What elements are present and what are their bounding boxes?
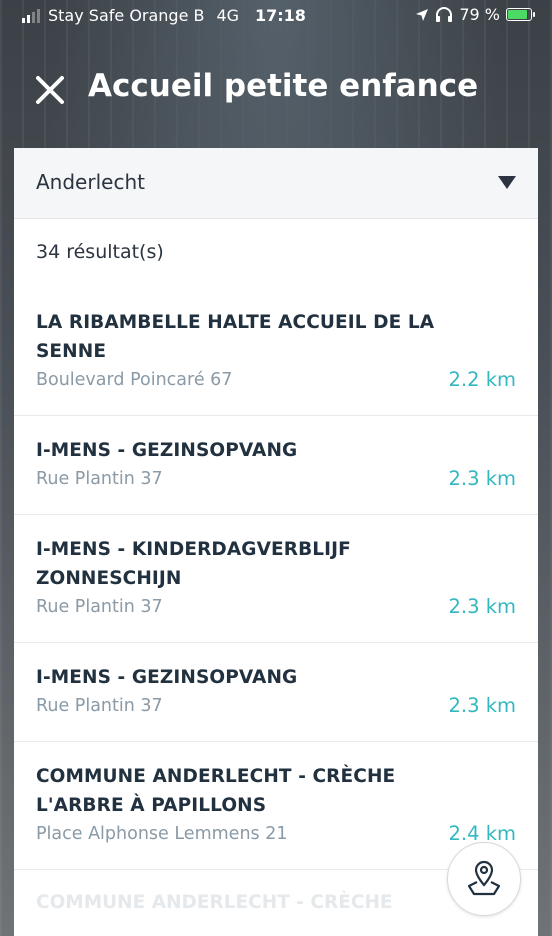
item-address: Rue Plantin 37 bbox=[36, 469, 163, 489]
commune-select[interactable]: Anderlecht bbox=[14, 148, 538, 219]
item-distance: 2.2 km bbox=[448, 368, 517, 391]
list-item[interactable]: I-MENS - GEZINSOPVANG Rue Plantin 37 2.3… bbox=[14, 416, 538, 515]
signal-icon bbox=[22, 8, 40, 23]
status-bar: Stay Safe Orange B 4G 17:18 79 % bbox=[0, 0, 552, 32]
item-title: I-MENS - KINDERDAGVERBLIJF ZONNESCHIJN bbox=[36, 535, 478, 593]
item-title: LA RIBAMBELLE HALTE ACCUEIL DE LA SENNE bbox=[36, 308, 478, 366]
item-title: I-MENS - GEZINSOPVANG bbox=[36, 663, 478, 692]
item-title-line: ZONNESCHIJN bbox=[36, 568, 182, 589]
network-type: 4G bbox=[216, 6, 240, 25]
item-title-line: L'ARBRE À PAPILLONS bbox=[36, 795, 267, 816]
carrier-name: Stay Safe Orange B bbox=[48, 6, 205, 25]
map-view-button[interactable] bbox=[447, 842, 521, 916]
status-right: 79 % bbox=[415, 5, 535, 24]
results-sheet: Anderlecht 34 résultat(s) LA RIBAMBELLE … bbox=[14, 148, 538, 936]
item-title-line: LA RIBAMBELLE HALTE ACCUEIL DE LA bbox=[36, 312, 435, 333]
status-left: Stay Safe Orange B 4G bbox=[22, 6, 239, 25]
results-list: LA RIBAMBELLE HALTE ACCUEIL DE LA SENNE … bbox=[14, 288, 538, 870]
item-address: Rue Plantin 37 bbox=[36, 597, 163, 617]
map-pin-icon bbox=[467, 860, 501, 896]
commune-select-value: Anderlecht bbox=[36, 170, 145, 194]
item-address: Boulevard Poincaré 67 bbox=[36, 370, 233, 390]
headphones-icon bbox=[436, 6, 453, 22]
list-item[interactable]: I-MENS - KINDERDAGVERBLIJF ZONNESCHIJN R… bbox=[14, 515, 538, 643]
results-count: 34 résultat(s) bbox=[36, 241, 164, 263]
status-time: 17:18 bbox=[255, 6, 306, 25]
item-title: I-MENS - GEZINSOPVANG bbox=[36, 436, 478, 465]
page-title: Accueil petite enfance bbox=[88, 68, 479, 104]
list-item[interactable]: LA RIBAMBELLE HALTE ACCUEIL DE LA SENNE … bbox=[14, 288, 538, 416]
close-button[interactable] bbox=[30, 70, 70, 110]
item-address: Place Alphonse Lemmens 21 bbox=[36, 824, 288, 844]
item-title-line: I-MENS - GEZINSOPVANG bbox=[36, 440, 298, 461]
item-title-line: SENNE bbox=[36, 341, 107, 362]
item-title-line: COMMUNE ANDERLECHT - CRÈCHE bbox=[36, 766, 396, 787]
item-title-line: I-MENS - KINDERDAGVERBLIJF bbox=[36, 539, 351, 560]
item-title-line: I-MENS - GEZINSOPVANG bbox=[36, 667, 298, 688]
item-distance: 2.3 km bbox=[448, 595, 517, 618]
battery-icon bbox=[506, 8, 535, 21]
list-item[interactable]: I-MENS - GEZINSOPVANG Rue Plantin 37 2.3… bbox=[14, 643, 538, 742]
app-header: Accueil petite enfance bbox=[0, 56, 552, 120]
caret-down-icon bbox=[498, 176, 516, 189]
location-arrow-icon bbox=[416, 8, 429, 21]
close-icon bbox=[36, 76, 64, 104]
item-title: COMMUNE ANDERLECHT - CRÈCHE L'ARBRE À PA… bbox=[36, 762, 478, 820]
partial-list-item-title: COMMUNE ANDERLECHT - CRÈCHE bbox=[36, 892, 393, 913]
item-distance: 2.3 km bbox=[448, 694, 517, 717]
item-distance: 2.3 km bbox=[448, 467, 517, 490]
battery-percent: 79 % bbox=[459, 5, 500, 24]
item-address: Rue Plantin 37 bbox=[36, 696, 163, 716]
